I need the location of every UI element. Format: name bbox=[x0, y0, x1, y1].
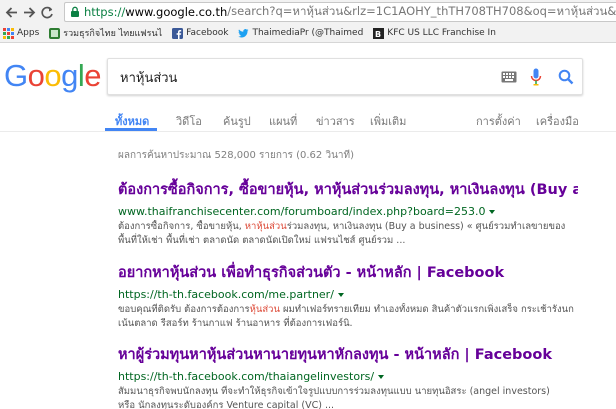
url-scheme: https:// bbox=[84, 5, 126, 19]
bookmark-apps[interactable]: Apps bbox=[3, 27, 40, 39]
result-url: www.thaifranchisecenter.com/forumboard/i… bbox=[118, 205, 598, 218]
snippet-text: หรือ นักลงทุนระดับองค์กร Venture capital… bbox=[118, 400, 335, 409]
tab-news[interactable]: ข่าวสาร bbox=[316, 112, 355, 130]
tab-maps[interactable]: แผนที่ bbox=[269, 112, 297, 130]
snippet-highlight: หุ้นส่วน bbox=[249, 304, 280, 315]
forward-arrow-icon[interactable] bbox=[20, 2, 38, 22]
google-logo[interactable]: Google bbox=[4, 58, 102, 94]
url-dropdown-caret-icon[interactable] bbox=[378, 374, 385, 379]
result-url-text: www.thaifranchisecenter.com/forumboard/i… bbox=[118, 205, 486, 218]
result-snippet: สัมมนาธุรกิจพบนักลงทุน ที่จะทำให้ธุรกิจเ… bbox=[118, 385, 588, 409]
facebook-icon bbox=[172, 27, 184, 39]
bookmark-thaifranchise[interactable]: รวมธุรกิจไทย ไทยแฟรนไ bbox=[49, 26, 162, 40]
bookmark-label: KFC US LLC Franchise In bbox=[387, 28, 496, 38]
result-title-link[interactable]: ต้องการซื้อกิจการ, ซื้อขายหุ้น, หาหุ้นส่… bbox=[118, 178, 578, 201]
logo-letter: g bbox=[61, 58, 78, 93]
result-stats: ผลการค้นหาประมาณ 528,000 รายการ (0.62 วิ… bbox=[118, 150, 355, 161]
bookmark-label: ThaimediaPr (@Thaimed bbox=[252, 28, 364, 38]
result-title-link[interactable]: หาผู้ร่วมทุนหาหุ้นส่วนหานายทุนหาหักลงทุน… bbox=[118, 343, 578, 366]
apps-grid-icon bbox=[3, 27, 14, 39]
url-dropdown-caret-icon[interactable] bbox=[337, 292, 344, 297]
bookmark-label: Facebook bbox=[186, 28, 229, 38]
bookmark-label: Apps bbox=[17, 28, 40, 38]
result-url: https://th-th.facebook.com/thaiangelinve… bbox=[118, 370, 598, 383]
snippet-text: เน้นตลาด รีสอร์ท ร้านกาแฟ ร้านอาหาร ที่ต… bbox=[118, 318, 353, 329]
search-box bbox=[107, 58, 583, 95]
address-bar-row: https://www.google.co.th/search?q=หาหุ้น… bbox=[0, 0, 616, 24]
logo-letter: o bbox=[27, 58, 45, 93]
result-snippet: ต้องการซื้อกิจการ, ซื้อขายหุ้น, หาหุ้นส่… bbox=[118, 220, 588, 248]
back-arrow-icon[interactable] bbox=[2, 2, 20, 22]
tab-videos[interactable]: วิดีโอ bbox=[176, 112, 202, 130]
snippet-text: ขอบคุณที่ติดรับ ต้องการต้องการ bbox=[118, 304, 250, 315]
page-favicon-icon: B bbox=[373, 27, 385, 39]
bookmark-twitter[interactable]: ThaimediaPr (@Thaimed bbox=[238, 28, 363, 39]
search-result: อยากหาหุ้นส่วน เพื่อทำธุรกิจส่วนตัว - หน… bbox=[118, 261, 598, 331]
result-url-text: https://th-th.facebook.com/thaiangelinve… bbox=[118, 370, 375, 383]
url-path: /search?q=หาหุ้นส่วน&rlz=1C1AOHY_thTH708… bbox=[227, 4, 616, 18]
bookmark-facebook[interactable]: Facebook bbox=[172, 27, 229, 39]
logo-letter: o bbox=[44, 58, 62, 93]
result-url-text: https://th-th.facebook.com/me.partner/ bbox=[118, 288, 334, 301]
url-host: www.google.co.th bbox=[125, 5, 228, 19]
snippet-text: ผมทำเฟอร์ทรายเทียม ทำเองทั้งหมด สินค้าตั… bbox=[279, 304, 574, 315]
svg-text:B: B bbox=[375, 30, 381, 39]
logo-letter: e bbox=[84, 58, 102, 93]
result-title-link[interactable]: อยากหาหุ้นส่วน เพื่อทำธุรกิจส่วนตัว - หน… bbox=[118, 261, 578, 284]
url-field[interactable]: https://www.google.co.th/search?q=หาหุ้น… bbox=[64, 2, 616, 22]
snippet-text: สัมมนาธุรกิจพบนักลงทุน ที่จะทำให้ธุรกิจเ… bbox=[118, 386, 550, 397]
tab-more[interactable]: เพิ่มเติม bbox=[370, 112, 406, 130]
keyboard-icon[interactable] bbox=[501, 71, 517, 83]
page-favicon-icon bbox=[49, 27, 61, 39]
snippet-text: ต้องการซื้อกิจการ, ซื้อขายหุ้น, bbox=[118, 221, 245, 232]
reload-icon[interactable] bbox=[38, 2, 56, 22]
tab-images[interactable]: ค้นรูป bbox=[223, 112, 251, 130]
logo-letter: G bbox=[4, 58, 28, 93]
url-dropdown-caret-icon[interactable] bbox=[489, 209, 496, 214]
result-url: https://th-th.facebook.com/me.partner/ bbox=[118, 288, 598, 301]
snippet-text: ร่วมลงทุน, หาเงินลงทุน (Buy a business) … bbox=[286, 221, 566, 232]
search-input[interactable] bbox=[120, 68, 490, 86]
twitter-icon bbox=[238, 28, 249, 37]
search-result: ต้องการซื้อกิจการ, ซื้อขายหุ้น, หาหุ้นส่… bbox=[118, 178, 598, 248]
microphone-icon[interactable] bbox=[530, 68, 542, 87]
bookmark-kfc[interactable]: B KFC US LLC Franchise In bbox=[373, 27, 496, 39]
lock-icon bbox=[71, 6, 79, 17]
tabs-divider bbox=[0, 131, 616, 132]
snippet-text: พื้นที่ให้เช่า พื้นที่เช่า ตลาดนัด ตลาดน… bbox=[118, 235, 406, 246]
search-result: หาผู้ร่วมทุนหาหุ้นส่วนหานายทุนหาหักลงทุน… bbox=[118, 343, 598, 409]
bookmarks-bar: Apps รวมธุรกิจไทย ไทยแฟรนไ Facebook Thai… bbox=[0, 24, 616, 43]
snippet-highlight: หาหุ้นส่วน bbox=[244, 221, 287, 232]
bookmark-label: รวมธุรกิจไทย ไทยแฟรนไ bbox=[63, 29, 163, 39]
search-icon[interactable] bbox=[558, 69, 574, 85]
result-snippet: ขอบคุณที่ติดรับ ต้องการต้องการหุ้นส่วน ผ… bbox=[118, 303, 588, 331]
tab-tools[interactable]: เครื่องมือ bbox=[536, 112, 579, 130]
tab-settings[interactable]: การตั้งค่า bbox=[476, 112, 521, 130]
